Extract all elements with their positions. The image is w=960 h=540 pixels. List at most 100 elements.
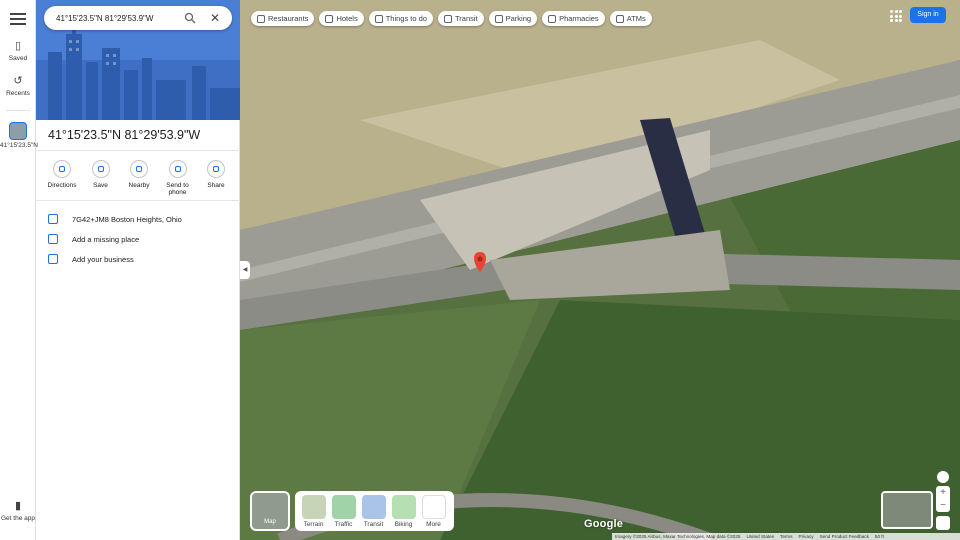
feedback-link[interactable]: Send Product Feedback (820, 534, 869, 539)
zoom-controls: + − (936, 486, 950, 512)
action-bar: Directions Save Nearby Send to phone Sha… (44, 160, 234, 196)
category-chips: Restaurants Hotels Things to do Transit … (251, 11, 652, 26)
nearby-button[interactable]: Nearby (121, 160, 157, 196)
layer-label: Transit (363, 521, 384, 528)
plus-code-icon (48, 214, 58, 224)
close-icon[interactable]: ✕ (208, 11, 222, 25)
biking-icon (391, 495, 416, 519)
google-logo: Google (584, 518, 624, 530)
chip-atms[interactable]: ATMs (609, 11, 652, 26)
transit-icon (443, 14, 452, 23)
search-input[interactable] (56, 13, 186, 23)
chip-parking[interactable]: Parking (488, 11, 538, 26)
directions-label: Directions (47, 182, 77, 189)
layer-options: Terrain Traffic Transit Biking More (295, 491, 454, 531)
chip-pharmacies[interactable]: Pharmacies (542, 11, 605, 26)
save-label: Save (93, 182, 108, 189)
rail-divider (6, 110, 30, 111)
history-icon: ↺ (13, 75, 23, 87)
add-location-icon (48, 234, 58, 244)
hotel-icon (325, 14, 334, 23)
chip-transit[interactable]: Transit (437, 11, 484, 26)
nearby-icon (130, 160, 148, 178)
saved-button[interactable]: ▯ Saved (0, 40, 36, 62)
chip-label: Pharmacies (559, 14, 599, 23)
satellite-map[interactable] (240, 0, 960, 540)
plus-code-text: 7G42+JM8 Boston Heights, Ohio (72, 214, 182, 224)
add-business-text: Add your business (72, 254, 134, 264)
recents-label: Recents (6, 90, 30, 97)
bookmark-icon (91, 160, 110, 178)
chip-restaurants[interactable]: Restaurants (251, 11, 315, 26)
pegman-icon[interactable] (936, 516, 950, 530)
divider (36, 200, 240, 201)
layer-label: Terrain (303, 521, 324, 528)
layer-traffic[interactable]: Traffic (331, 495, 356, 528)
share-icon (207, 160, 225, 178)
place-panel: 41°15'23.5"N 81°29'53.9"W Directions Sav… (36, 0, 240, 540)
chip-label: Things to do (385, 14, 427, 23)
directions-button[interactable]: Directions (44, 160, 80, 196)
restaurant-icon (257, 14, 265, 23)
imagery-credit: Imagery ©2025 Airbus, Maxar Technologies… (615, 534, 741, 539)
layer-label: Traffic (334, 521, 353, 528)
left-rail: ▯ Saved ↺ Recents 41°15'23.5"N ▮ Get the… (0, 0, 38, 540)
get-app-label: Get the app (1, 515, 35, 522)
street-view-thumbnail[interactable] (881, 491, 933, 529)
layer-toggle[interactable]: Map (250, 491, 290, 531)
scale-bar[interactable]: 50 ft (875, 534, 884, 539)
bookmark-icon: ▯ (14, 40, 22, 52)
chip-hotels[interactable]: Hotels (319, 11, 364, 26)
place-thumbnail (9, 122, 27, 140)
divider (36, 150, 240, 151)
layers-icon (421, 495, 446, 519)
share-label: Share (207, 182, 225, 189)
add-missing-place-text: Add a missing place (72, 234, 140, 244)
layer-terrain[interactable]: Terrain (301, 495, 326, 528)
sign-in-button[interactable]: Sign in (910, 7, 946, 23)
search-box: ✕ (44, 6, 232, 30)
layer-biking[interactable]: Biking (391, 495, 416, 528)
map-imagery (240, 0, 960, 540)
layer-transit[interactable]: Transit (361, 495, 386, 528)
transit-icon (361, 495, 386, 519)
search-icon[interactable] (184, 12, 196, 24)
layer-label: More (426, 521, 441, 528)
share-button[interactable]: Share (198, 160, 234, 196)
business-icon (48, 254, 58, 264)
current-place-label: 41°15'23.5"N (0, 142, 38, 149)
chip-label: Transit (454, 14, 478, 23)
pharmacy-icon (548, 14, 557, 23)
save-button[interactable]: Save (83, 160, 119, 196)
phone-icon: ▮ (14, 500, 22, 512)
chip-things-to-do[interactable]: Things to do (368, 11, 433, 26)
layer-current-label: Map (264, 519, 276, 525)
camera-icon (374, 14, 383, 23)
atm-icon (615, 14, 624, 23)
terrain-icon (301, 495, 326, 519)
chip-label: Hotels (336, 14, 358, 23)
country-link[interactable]: United States (746, 534, 774, 539)
add-missing-place-row[interactable]: Add a missing place (48, 232, 228, 246)
my-location-icon[interactable] (937, 471, 949, 483)
send-to-phone-button[interactable]: Send to phone (160, 160, 196, 196)
traffic-icon (331, 495, 356, 519)
phone-icon (168, 160, 187, 178)
terms-link[interactable]: Terms (780, 534, 793, 539)
collapse-panel-button[interactable]: ◀ (240, 261, 250, 279)
current-place-button[interactable]: 41°15'23.5"N (0, 122, 38, 149)
zoom-in-button[interactable]: + (936, 486, 950, 499)
add-business-row[interactable]: Add your business (48, 252, 228, 266)
chip-label: ATMs (626, 14, 646, 23)
apps-grid-icon[interactable] (890, 10, 902, 22)
plus-code-row[interactable]: 7G42+JM8 Boston Heights, Ohio (48, 212, 228, 226)
saved-label: Saved (8, 55, 28, 62)
zoom-out-button[interactable]: − (936, 499, 950, 512)
send-to-phone-label: Send to phone (166, 182, 189, 196)
privacy-link[interactable]: Privacy (799, 534, 814, 539)
menu-icon[interactable] (10, 10, 26, 26)
layer-more[interactable]: More (421, 495, 446, 528)
get-app-button[interactable]: ▮ Get the app (0, 500, 36, 522)
recents-button[interactable]: ↺ Recents (0, 75, 36, 97)
parking-icon (494, 14, 503, 23)
